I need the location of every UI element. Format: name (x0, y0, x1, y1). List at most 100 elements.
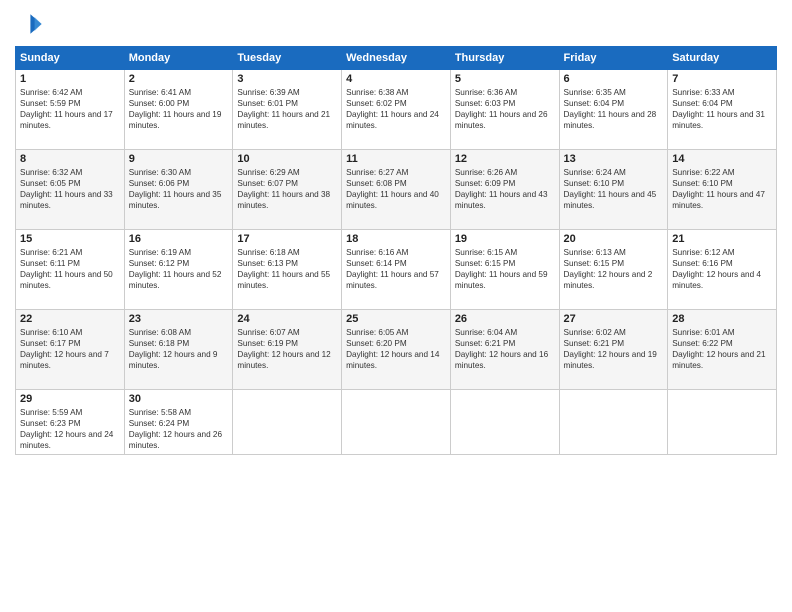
day-number: 19 (455, 233, 555, 245)
day-info: Sunrise: 6:15 AMSunset: 6:15 PMDaylight:… (455, 247, 555, 291)
col-header-monday: Monday (124, 47, 233, 70)
day-info: Sunrise: 6:22 AMSunset: 6:10 PMDaylight:… (672, 167, 772, 211)
day-info: Sunrise: 5:58 AMSunset: 6:24 PMDaylight:… (129, 407, 229, 451)
day-number: 18 (346, 233, 446, 245)
calendar-week-row: 15 Sunrise: 6:21 AMSunset: 6:11 PMDayligh… (16, 230, 777, 310)
day-number: 11 (346, 153, 446, 165)
calendar-cell: 28 Sunrise: 6:01 AMSunset: 6:22 PMDayligh… (668, 310, 777, 390)
calendar-cell: 10 Sunrise: 6:29 AMSunset: 6:07 PMDayligh… (233, 150, 342, 230)
calendar-cell: 19 Sunrise: 6:15 AMSunset: 6:15 PMDayligh… (450, 230, 559, 310)
calendar-cell: 21 Sunrise: 6:12 AMSunset: 6:16 PMDayligh… (668, 230, 777, 310)
calendar-cell: 6 Sunrise: 6:35 AMSunset: 6:04 PMDaylight… (559, 70, 668, 150)
col-header-sunday: Sunday (16, 47, 125, 70)
day-info: Sunrise: 6:10 AMSunset: 6:17 PMDaylight:… (20, 327, 120, 371)
calendar-cell: 1 Sunrise: 6:42 AMSunset: 5:59 PMDaylight… (16, 70, 125, 150)
calendar-cell: 12 Sunrise: 6:26 AMSunset: 6:09 PMDayligh… (450, 150, 559, 230)
calendar-cell (450, 390, 559, 455)
calendar-cell: 25Sunrise: 6:05 AMSunset: 6:20 PMDayligh… (342, 310, 451, 390)
logo (15, 10, 47, 38)
calendar-cell: 14 Sunrise: 6:22 AMSunset: 6:10 PMDayligh… (668, 150, 777, 230)
page: SundayMondayTuesdayWednesdayThursdayFrid… (0, 0, 792, 612)
day-info: Sunrise: 6:29 AMSunset: 6:07 PMDaylight:… (237, 167, 337, 211)
day-number: 17 (237, 233, 337, 245)
calendar-cell: 2 Sunrise: 6:41 AMSunset: 6:00 PMDaylight… (124, 70, 233, 150)
day-number: 8 (20, 153, 120, 165)
calendar-cell: 18 Sunrise: 6:16 AMSunset: 6:14 PMDayligh… (342, 230, 451, 310)
day-number: 12 (455, 153, 555, 165)
day-number: 3 (237, 73, 337, 85)
col-header-thursday: Thursday (450, 47, 559, 70)
day-number: 27 (564, 313, 664, 325)
day-number: 29 (20, 393, 120, 405)
day-number: 20 (564, 233, 664, 245)
day-info: Sunrise: 6:07 AMSunset: 6:19 PMDaylight:… (237, 327, 337, 371)
calendar-cell (342, 390, 451, 455)
day-number: 26 (455, 313, 555, 325)
day-number: 14 (672, 153, 772, 165)
day-number: 10 (237, 153, 337, 165)
calendar-cell: 20Sunrise: 6:13 AMSunset: 6:15 PMDayligh… (559, 230, 668, 310)
calendar-cell: 8 Sunrise: 6:32 AMSunset: 6:05 PMDaylight… (16, 150, 125, 230)
calendar-cell: 17 Sunrise: 6:18 AMSunset: 6:13 PMDayligh… (233, 230, 342, 310)
day-info: Sunrise: 6:21 AMSunset: 6:11 PMDaylight:… (20, 247, 120, 291)
day-info: Sunrise: 6:38 AMSunset: 6:02 PMDaylight:… (346, 87, 446, 131)
calendar-header-row: SundayMondayTuesdayWednesdayThursdayFrid… (16, 47, 777, 70)
day-number: 6 (564, 73, 664, 85)
day-info: Sunrise: 6:01 AMSunset: 6:22 PMDaylight:… (672, 327, 772, 371)
calendar-cell: 9 Sunrise: 6:30 AMSunset: 6:06 PMDaylight… (124, 150, 233, 230)
calendar-cell (668, 390, 777, 455)
day-info: Sunrise: 6:32 AMSunset: 6:05 PMDaylight:… (20, 167, 120, 211)
day-info: Sunrise: 6:12 AMSunset: 6:16 PMDaylight:… (672, 247, 772, 291)
calendar-cell: 30Sunrise: 5:58 AMSunset: 6:24 PMDayligh… (124, 390, 233, 455)
col-header-tuesday: Tuesday (233, 47, 342, 70)
day-info: Sunrise: 6:24 AMSunset: 6:10 PMDaylight:… (564, 167, 664, 211)
day-info: Sunrise: 6:41 AMSunset: 6:00 PMDaylight:… (129, 87, 229, 131)
day-info: Sunrise: 6:42 AMSunset: 5:59 PMDaylight:… (20, 87, 120, 131)
day-info: Sunrise: 6:39 AMSunset: 6:01 PMDaylight:… (237, 87, 337, 131)
day-number: 13 (564, 153, 664, 165)
day-number: 4 (346, 73, 446, 85)
day-number: 16 (129, 233, 229, 245)
day-number: 7 (672, 73, 772, 85)
calendar-cell (559, 390, 668, 455)
calendar-week-row: 1 Sunrise: 6:42 AMSunset: 5:59 PMDaylight… (16, 70, 777, 150)
day-info: Sunrise: 6:18 AMSunset: 6:13 PMDaylight:… (237, 247, 337, 291)
day-number: 2 (129, 73, 229, 85)
day-number: 15 (20, 233, 120, 245)
day-number: 25 (346, 313, 446, 325)
logo-icon (15, 10, 43, 38)
calendar-cell: 24 Sunrise: 6:07 AMSunset: 6:19 PMDayligh… (233, 310, 342, 390)
day-info: Sunrise: 6:30 AMSunset: 6:06 PMDaylight:… (129, 167, 229, 211)
calendar-table: SundayMondayTuesdayWednesdayThursdayFrid… (15, 46, 777, 455)
day-info: Sunrise: 6:04 AMSunset: 6:21 PMDaylight:… (455, 327, 555, 371)
calendar-cell: 29Sunrise: 5:59 AMSunset: 6:23 PMDayligh… (16, 390, 125, 455)
day-info: Sunrise: 6:33 AMSunset: 6:04 PMDaylight:… (672, 87, 772, 131)
day-info: Sunrise: 6:19 AMSunset: 6:12 PMDaylight:… (129, 247, 229, 291)
day-number: 5 (455, 73, 555, 85)
calendar-cell: 23Sunrise: 6:08 AMSunset: 6:18 PMDayligh… (124, 310, 233, 390)
calendar-cell: 11 Sunrise: 6:27 AMSunset: 6:08 PMDayligh… (342, 150, 451, 230)
calendar-week-row: 8 Sunrise: 6:32 AMSunset: 6:05 PMDaylight… (16, 150, 777, 230)
day-info: Sunrise: 6:36 AMSunset: 6:03 PMDaylight:… (455, 87, 555, 131)
calendar-week-row: 29Sunrise: 5:59 AMSunset: 6:23 PMDayligh… (16, 390, 777, 455)
day-info: Sunrise: 6:02 AMSunset: 6:21 PMDaylight:… (564, 327, 664, 371)
calendar-cell: 16 Sunrise: 6:19 AMSunset: 6:12 PMDayligh… (124, 230, 233, 310)
day-info: Sunrise: 6:16 AMSunset: 6:14 PMDaylight:… (346, 247, 446, 291)
calendar-cell: 27 Sunrise: 6:02 AMSunset: 6:21 PMDayligh… (559, 310, 668, 390)
day-number: 22 (20, 313, 120, 325)
calendar-cell: 5 Sunrise: 6:36 AMSunset: 6:03 PMDaylight… (450, 70, 559, 150)
col-header-wednesday: Wednesday (342, 47, 451, 70)
calendar-cell: 7 Sunrise: 6:33 AMSunset: 6:04 PMDaylight… (668, 70, 777, 150)
day-number: 24 (237, 313, 337, 325)
day-info: Sunrise: 6:35 AMSunset: 6:04 PMDaylight:… (564, 87, 664, 131)
day-info: Sunrise: 6:26 AMSunset: 6:09 PMDaylight:… (455, 167, 555, 211)
calendar-cell: 22 Sunrise: 6:10 AMSunset: 6:17 PMDayligh… (16, 310, 125, 390)
calendar-cell: 13 Sunrise: 6:24 AMSunset: 6:10 PMDayligh… (559, 150, 668, 230)
day-info: Sunrise: 6:27 AMSunset: 6:08 PMDaylight:… (346, 167, 446, 211)
day-number: 1 (20, 73, 120, 85)
day-number: 9 (129, 153, 229, 165)
col-header-saturday: Saturday (668, 47, 777, 70)
calendar-week-row: 22 Sunrise: 6:10 AMSunset: 6:17 PMDayligh… (16, 310, 777, 390)
day-number: 28 (672, 313, 772, 325)
day-number: 21 (672, 233, 772, 245)
